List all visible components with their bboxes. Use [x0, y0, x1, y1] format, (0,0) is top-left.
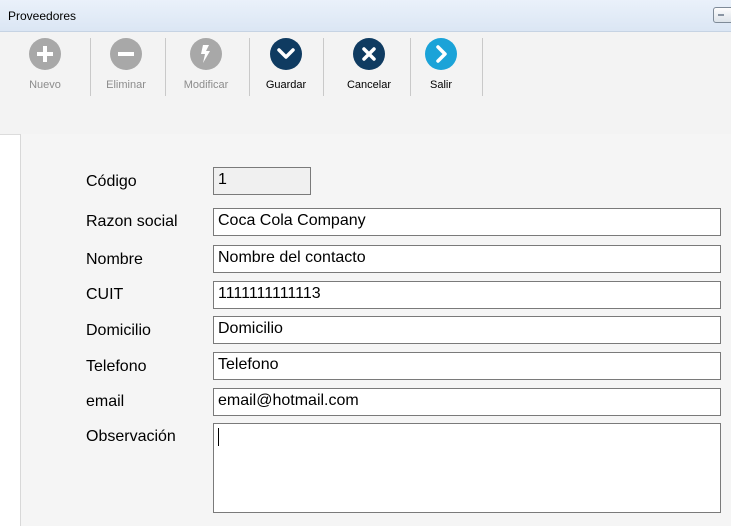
salir-label: Salir [429, 79, 452, 91]
minus-icon [110, 38, 142, 70]
eliminar-label: Eliminar [106, 79, 146, 91]
guardar-label: Guardar [265, 79, 307, 91]
chevron-down-icon [270, 38, 302, 70]
modificar-button[interactable]: Modificar [171, 36, 241, 98]
toolbar: Nuevo Eliminar Modificar Guardar Cancela… [0, 32, 731, 102]
domicilio-field[interactable]: Domicilio [213, 316, 721, 344]
window-title: Proveedores [8, 9, 77, 23]
cuit-field[interactable]: 1111111111113 [213, 281, 721, 309]
eliminar-button[interactable]: Eliminar [95, 36, 157, 98]
razon-social-field[interactable]: Coca Cola Company [213, 208, 721, 236]
salir-button[interactable]: Salir [421, 36, 461, 98]
close-icon [353, 38, 385, 70]
razon-social-label: Razon social [86, 213, 178, 230]
observacion-field[interactable] [213, 423, 721, 513]
guardar-button[interactable]: Guardar [256, 36, 316, 98]
toolbar-separator [165, 38, 166, 96]
email-label: email [86, 393, 125, 410]
telefono-field[interactable]: Telefono [213, 352, 721, 380]
minimize-button[interactable] [713, 7, 731, 23]
title-bar: Proveedores [0, 0, 731, 32]
toolbar-separator [249, 38, 250, 96]
toolbar-separator [90, 38, 91, 96]
cuit-label: CUIT [86, 286, 124, 303]
modificar-label: Modificar [183, 79, 229, 91]
nuevo-button[interactable]: Nuevo [20, 36, 70, 98]
chevron-right-icon [425, 38, 457, 70]
nombre-field[interactable]: Nombre del contacto [213, 245, 721, 273]
plus-icon [29, 38, 61, 70]
telefono-label: Telefono [86, 358, 147, 375]
toolbar-separator [410, 38, 411, 96]
nuevo-label: Nuevo [29, 79, 61, 91]
codigo-field[interactable]: 1 [213, 167, 311, 195]
codigo-label: Código [86, 173, 137, 190]
cancelar-button[interactable]: Cancelar [335, 36, 403, 98]
toolbar-separator [323, 38, 324, 96]
edit-icon [190, 38, 222, 70]
text-cursor [218, 428, 219, 446]
cancelar-label: Cancelar [346, 79, 392, 91]
observacion-label: Observación [86, 428, 176, 445]
nombre-label: Nombre [86, 251, 143, 268]
domicilio-label: Domicilio [86, 322, 151, 339]
toolbar-separator [482, 38, 483, 96]
toolbar-strip [0, 102, 731, 135]
email-field[interactable]: email@hotmail.com [213, 388, 721, 416]
